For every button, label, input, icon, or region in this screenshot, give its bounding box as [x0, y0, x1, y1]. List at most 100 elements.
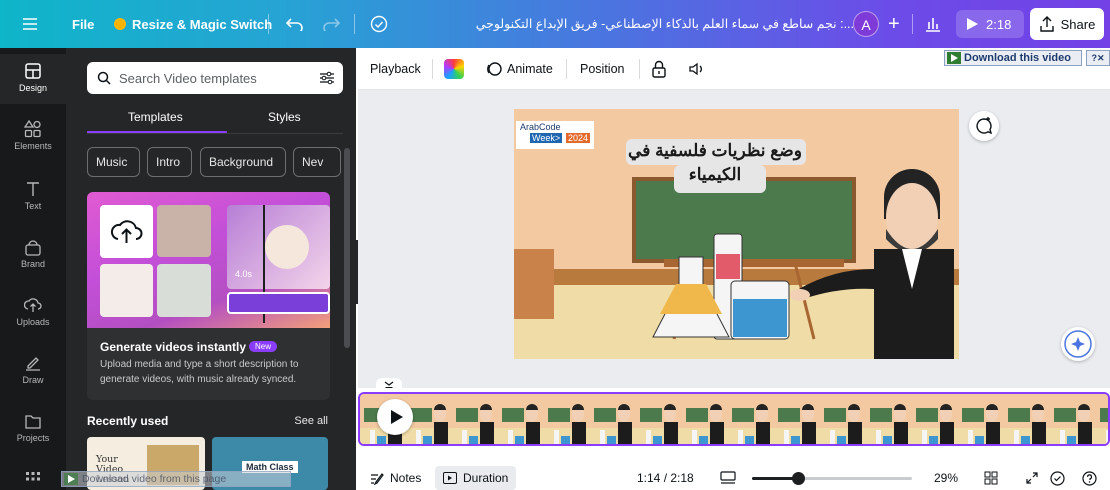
rail-item-elements[interactable]: Elements	[0, 120, 66, 151]
present-duration: 2:18	[986, 16, 1012, 32]
rail-label: Elements	[14, 141, 52, 151]
resize-button[interactable]: Resize & Magic Switch	[114, 0, 272, 48]
menu-icon[interactable]	[22, 0, 38, 48]
notes-button[interactable]: Notes	[370, 466, 421, 490]
design-icon	[25, 63, 41, 79]
active-tab-indicator	[87, 131, 227, 133]
draw-icon	[26, 357, 40, 371]
rail-label: Text	[24, 201, 42, 211]
playback-label: Playback	[370, 62, 421, 76]
undo-button[interactable]	[286, 0, 304, 48]
animate-button[interactable]: Animate	[485, 48, 553, 90]
duration-button[interactable]: Duration	[435, 466, 517, 490]
download-page-overlay[interactable]: Download video from this page	[61, 471, 291, 487]
cloud-save-icon[interactable]	[370, 0, 388, 48]
sparkle-icon	[1064, 330, 1092, 358]
grid-view-button[interactable]	[720, 466, 736, 490]
check-button[interactable]	[1050, 466, 1065, 490]
download-page-label: Download video from this page	[82, 473, 227, 485]
chip-music[interactable]: Music	[87, 147, 140, 177]
divider	[566, 59, 567, 79]
search-input[interactable]: Search Video templates	[87, 62, 343, 94]
help-button[interactable]	[1082, 466, 1097, 490]
download-help-close[interactable]: ?✕	[1086, 50, 1110, 66]
rail-item-apps[interactable]	[0, 470, 66, 490]
scene-view-icon	[720, 471, 736, 484]
timeline-frame	[774, 394, 820, 444]
lock-button[interactable]	[650, 48, 668, 90]
playback-button[interactable]: Playback	[370, 48, 421, 90]
generate-videos-card[interactable]: 4.0s Generate videos instantly New Uploa…	[87, 192, 330, 400]
zoom-slider[interactable]	[752, 472, 912, 485]
file-menu[interactable]: File	[72, 0, 94, 48]
rail-item-text[interactable]: Text	[0, 180, 66, 211]
projects-icon	[25, 415, 41, 429]
timeline-frame	[728, 394, 774, 444]
tab-templates[interactable]: Templates	[128, 110, 183, 124]
arabcode-week-logo: ArabCode Week> 2024	[516, 121, 594, 149]
rail-item-projects[interactable]: Projects	[0, 412, 66, 443]
divider	[268, 14, 269, 34]
redo-button[interactable]	[322, 0, 340, 48]
rail-item-brand[interactable]: Brand	[0, 238, 66, 269]
video-clip-strip[interactable]	[358, 392, 1110, 446]
pomeranian-photo: 4.0s	[227, 205, 330, 289]
play-icon	[947, 52, 961, 64]
timeline-frame	[866, 394, 912, 444]
elements-icon	[24, 120, 41, 138]
timeline-frame	[958, 394, 1004, 444]
filter-icon[interactable]	[319, 70, 335, 86]
playback-time: 1:14 / 2:18	[637, 471, 694, 485]
invite-button[interactable]: +	[888, 0, 900, 48]
color-button[interactable]	[444, 48, 464, 90]
slide-canvas[interactable]: ArabCode Week> 2024 وضع نظريات فلسفية في…	[514, 109, 959, 359]
rail-label: Uploads	[16, 317, 50, 327]
undo-icon	[286, 18, 303, 31]
panel-scrollbar[interactable]	[344, 148, 350, 348]
insights-button[interactable]	[924, 0, 942, 48]
rail-item-draw[interactable]: Draw	[0, 354, 66, 385]
slide-title[interactable]: وضع نظريات فلسفية في الكيمياء	[624, 139, 806, 187]
position-button[interactable]: Position	[580, 48, 624, 90]
volume-button[interactable]	[688, 48, 706, 90]
chip-new[interactable]: Nev	[293, 147, 341, 177]
share-button[interactable]: Share	[1030, 8, 1104, 40]
plus-icon: +	[888, 12, 900, 35]
logo-text: ArabCode	[520, 122, 561, 132]
timeline-frame	[636, 394, 682, 444]
chip-background[interactable]: Background	[200, 147, 286, 177]
fullscreen-button[interactable]	[1026, 466, 1038, 490]
notes-label: Notes	[390, 471, 422, 485]
play-icon	[967, 18, 978, 30]
templates-panel: Search Video templates Templates Styles …	[66, 48, 356, 490]
card-illustration: 4.0s	[87, 192, 330, 328]
new-badge: New	[249, 341, 278, 352]
divider	[432, 59, 433, 79]
timeline-frame	[912, 394, 958, 444]
timeline-frame	[544, 394, 590, 444]
present-button[interactable]: 2:18	[956, 10, 1024, 38]
rail-item-design[interactable]: Design	[0, 54, 66, 104]
design-title[interactable]: ...: نجم ساطع في سماء العلم بالذكاء الإص…	[476, 0, 854, 48]
zoom-slider-knob[interactable]	[792, 472, 806, 485]
see-all-link[interactable]: See all	[294, 415, 328, 427]
uploads-icon	[24, 298, 42, 312]
divider	[354, 14, 355, 34]
check-circle-icon	[1050, 470, 1065, 486]
chip-intro[interactable]: Intro	[147, 147, 192, 177]
timeline-frame	[498, 394, 544, 444]
divider	[639, 59, 640, 79]
download-video-button[interactable]: Download this video	[944, 50, 1082, 66]
magic-assistant-button[interactable]	[1061, 327, 1095, 361]
rail-item-uploads[interactable]: Uploads	[0, 296, 66, 327]
zoom-level[interactable]: 29%	[934, 466, 958, 490]
timeline-play-button[interactable]	[377, 399, 413, 435]
add-comment-button[interactable]	[969, 111, 999, 141]
text-icon	[27, 182, 39, 196]
avatar[interactable]: A	[853, 11, 879, 37]
grid-pages-button[interactable]	[984, 466, 998, 490]
tab-styles[interactable]: Styles	[268, 110, 301, 124]
dog-photo	[100, 264, 153, 317]
animate-icon	[487, 62, 502, 76]
recently-used-heading: Recently used	[87, 414, 169, 428]
